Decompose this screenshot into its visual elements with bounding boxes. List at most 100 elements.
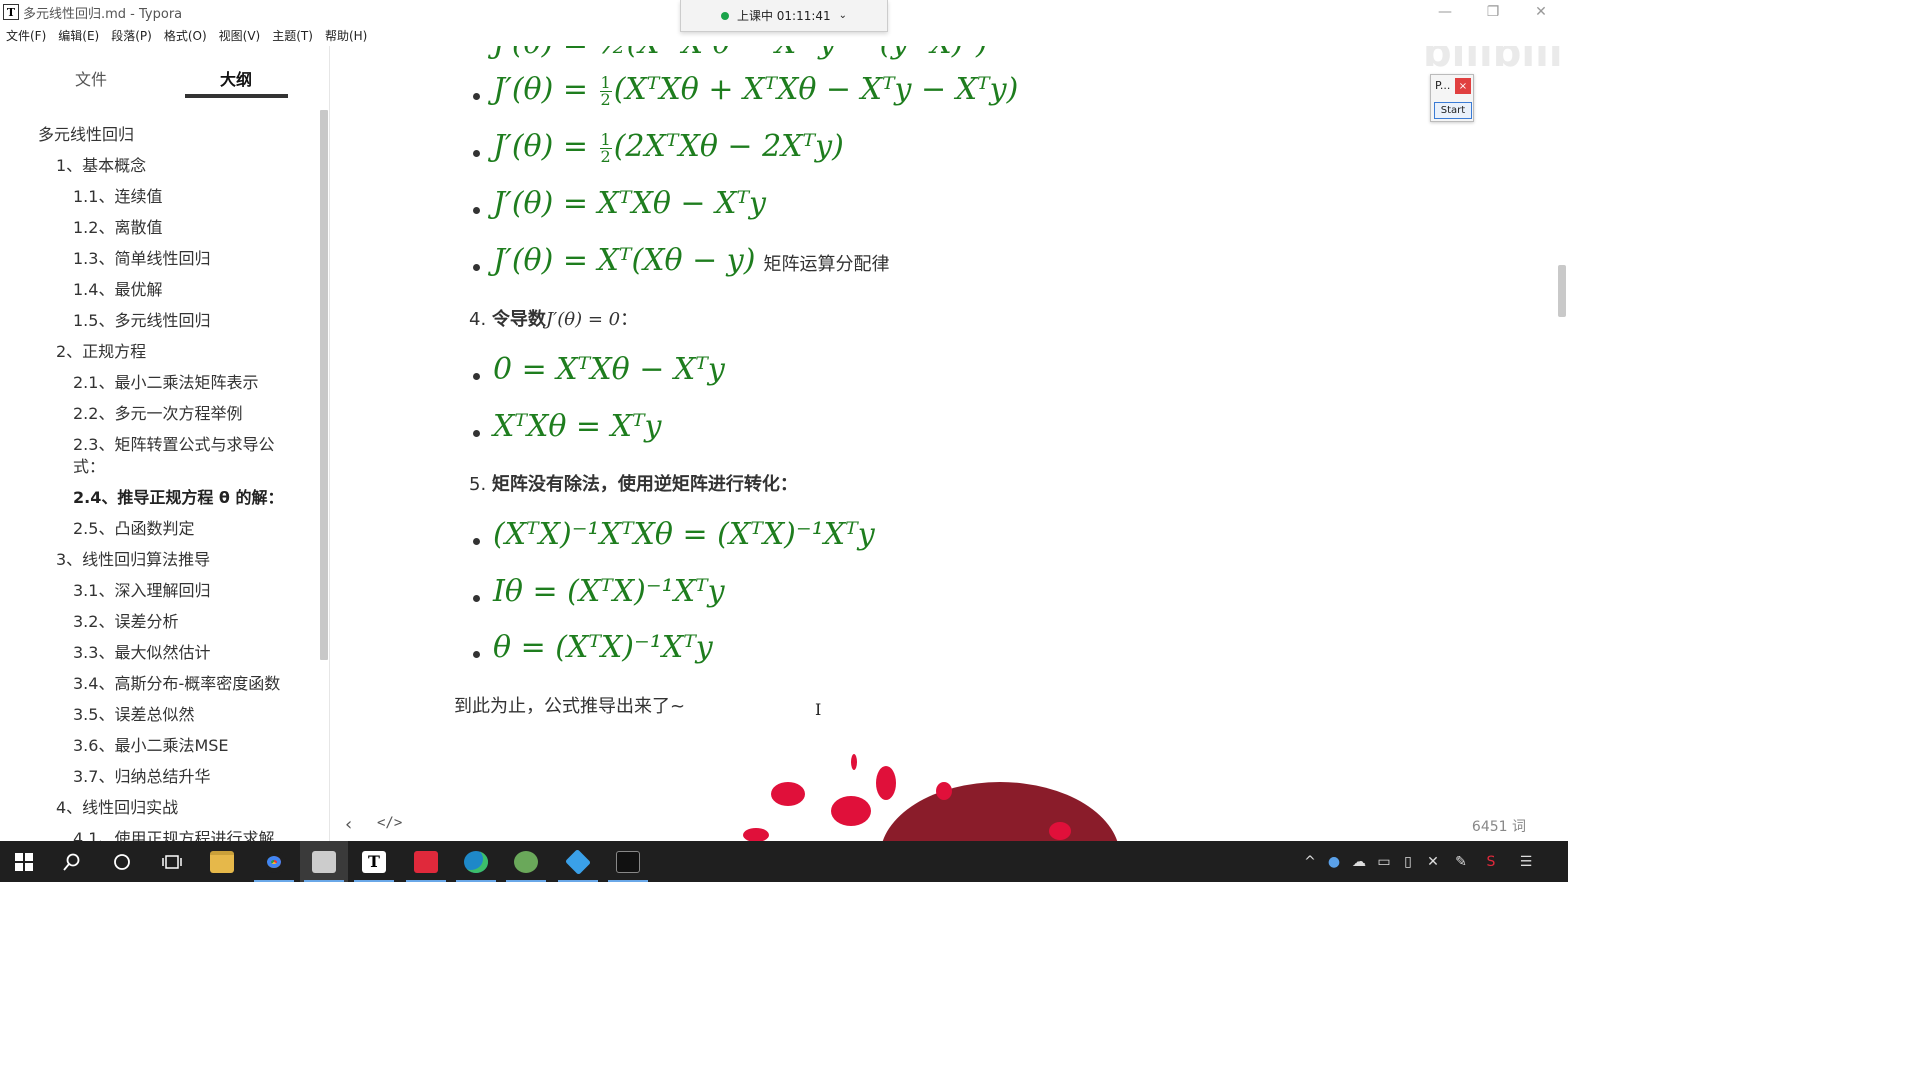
bullet: [473, 430, 480, 437]
edge-icon[interactable]: [452, 841, 500, 882]
close-button[interactable]: ✕: [1518, 0, 1564, 24]
tab-outline[interactable]: 大纲: [220, 66, 252, 90]
editor-area[interactable]: J′(θ) = ½(Xᵀ X θ − Xᵀ y − (yᵀ X)ᵀ) J′(θ)…: [331, 46, 1568, 841]
snip-tool-icon[interactable]: [300, 841, 348, 882]
chrome-icon[interactable]: [250, 841, 298, 882]
petal: [936, 782, 952, 800]
outline-item-wrap[interactable]: 式：: [73, 453, 105, 477]
app-blue-icon[interactable]: [554, 841, 602, 882]
text-cursor-icon: I: [815, 700, 822, 719]
outline-item-active[interactable]: 2.4、推导正规方程 θ 的解：: [73, 484, 283, 508]
outline-item[interactable]: 4.1、使用正规方程进行求解: [73, 825, 274, 841]
distributive-law-note: 矩阵运算分配律: [763, 254, 890, 275]
bullet: [473, 595, 480, 602]
floating-widget: P... × Start: [1430, 74, 1474, 122]
cloud-icon[interactable]: ☁: [1346, 854, 1372, 870]
step-5-heading: 5. 矩阵没有除法，使用逆矩阵进行转化：: [469, 474, 798, 495]
system-tray: ^ ● ☁ ▭ ▯ ✕ ✎ S ☰: [1298, 841, 1546, 882]
menu-paragraph[interactable]: 段落(P): [111, 27, 152, 44]
task-view-icon[interactable]: [148, 841, 196, 882]
equation-solution: θ = (XᵀX)⁻¹Xᵀy: [493, 630, 713, 665]
windows-start-icon[interactable]: [0, 841, 48, 882]
petal: [771, 782, 805, 806]
outline-item[interactable]: 3.7、归纳总结升华: [73, 763, 210, 787]
typora-taskbar-icon[interactable]: T: [350, 841, 398, 882]
status-bar: ‹ </> 6451 词: [331, 812, 1568, 840]
chevron-down-icon[interactable]: ⌄: [839, 10, 847, 21]
tab-files[interactable]: 文件: [75, 66, 107, 90]
sidebar: 文件 大纲 多元线性回归 1、基本概念 1.1、连续值 1.2、离散值 1.3、…: [0, 46, 330, 841]
bullet: [473, 538, 480, 545]
outline-item[interactable]: 3.1、深入理解回归: [73, 577, 210, 601]
source-code-toggle[interactable]: </>: [377, 815, 402, 831]
input-method-icon[interactable]: S: [1476, 854, 1506, 870]
cortana-icon[interactable]: [98, 841, 146, 882]
outline-item[interactable]: 3.2、误差分析: [73, 608, 178, 632]
search-icon[interactable]: [48, 841, 96, 882]
back-icon[interactable]: ‹: [345, 814, 352, 835]
pdf-reader-icon[interactable]: [402, 841, 450, 882]
widget-close-button[interactable]: ×: [1455, 78, 1471, 94]
widget-start-button[interactable]: Start: [1434, 102, 1472, 119]
outline-item[interactable]: 3.5、误差总似然: [73, 701, 194, 725]
outline-item[interactable]: 2.2、多元一次方程举例: [73, 400, 242, 424]
restore-button[interactable]: ❐: [1470, 0, 1516, 24]
notification-icon[interactable]: ☰: [1506, 854, 1546, 870]
bilibili-watermark: bilibili: [1423, 46, 1563, 76]
menu-bar: 文件(F) 编辑(E) 段落(P) 格式(O) 视图(V) 主题(T) 帮助(H…: [0, 24, 1568, 46]
menu-file[interactable]: 文件(F): [6, 27, 46, 44]
bullet: [473, 150, 480, 157]
outline-item[interactable]: 2.5、凸函数判定: [73, 515, 194, 539]
menu-view[interactable]: 视图(V): [219, 27, 261, 44]
volume-muted-icon[interactable]: ✕: [1420, 854, 1446, 870]
editor-scrollbar[interactable]: [1558, 265, 1566, 317]
outline-item[interactable]: 1.1、连续值: [73, 183, 162, 207]
outline-item[interactable]: 2.3、矩阵转置公式与求导公: [73, 431, 274, 455]
petal: [876, 766, 896, 800]
closing-text: 到此为止，公式推导出来了~: [454, 696, 686, 717]
step-4-heading: 4. 令导数J′(θ) = 0：: [469, 309, 639, 330]
outline-item[interactable]: 3.4、高斯分布-概率密度函数: [73, 670, 280, 694]
equation-inverse-1: (XᵀX)⁻¹XᵀXθ = (XᵀX)⁻¹Xᵀy: [493, 517, 875, 552]
battery-icon[interactable]: ▭: [1372, 854, 1396, 870]
menu-format[interactable]: 格式(O): [164, 27, 207, 44]
widget-title: P...: [1435, 79, 1451, 92]
minimize-button[interactable]: —: [1422, 0, 1468, 24]
bullet: [473, 651, 480, 658]
outline-item[interactable]: 3、线性回归算法推导: [56, 546, 210, 570]
menu-help[interactable]: 帮助(H): [325, 27, 367, 44]
outline-item[interactable]: 2、正规方程: [56, 338, 146, 362]
live-status-dot: [720, 11, 729, 20]
outline-item[interactable]: 3.3、最大似然估计: [73, 639, 210, 663]
word-count[interactable]: 6451 词: [1472, 816, 1526, 836]
file-explorer-icon[interactable]: [198, 841, 246, 882]
outline-item[interactable]: 1.3、简单线性回归: [73, 245, 210, 269]
partial-equation: J′(θ) = ½(Xᵀ X θ − Xᵀ y − (yᵀ X)ᵀ): [493, 46, 988, 61]
sidebar-scrollbar[interactable]: [320, 110, 328, 660]
outline-item[interactable]: 1、基本概念: [56, 152, 146, 176]
equation-derivative-4: J′(θ) = Xᵀ(Xθ − y) 矩阵运算分配律: [493, 243, 890, 278]
taskbar: T ^ ● ☁ ▭ ▯ ✕ ✎ S ☰: [0, 841, 1568, 882]
outline-item[interactable]: 1.5、多元线性回归: [73, 307, 210, 331]
outline-item[interactable]: 3.6、最小二乘法MSE: [73, 732, 229, 756]
tray-chevron-up-icon[interactable]: ^: [1298, 854, 1322, 870]
equation-derivative-2: J′(θ) = 1 2 (2XᵀXθ − 2Xᵀy): [493, 129, 844, 166]
outline-item[interactable]: 1.4、最优解: [73, 276, 162, 300]
outline-item[interactable]: 2.1、最小二乘法矩阵表示: [73, 369, 258, 393]
sidebar-tabs: 文件 大纲: [0, 46, 329, 102]
tray-app-icon[interactable]: ●: [1322, 854, 1346, 870]
equation-normal: XᵀXθ = Xᵀy: [493, 409, 662, 444]
terminal-icon[interactable]: [604, 841, 652, 882]
outline-item[interactable]: 4、线性回归实战: [56, 794, 178, 818]
bullet: [473, 264, 480, 271]
pen-icon[interactable]: ✎: [1446, 854, 1476, 870]
fraction-half: 12: [599, 72, 612, 109]
class-status-text: 上课中 01:11:41: [736, 9, 831, 23]
menu-theme[interactable]: 主题(T): [272, 27, 313, 44]
anaconda-icon[interactable]: [502, 841, 550, 882]
typora-app-icon: T: [3, 4, 19, 20]
outline-item[interactable]: 多元线性回归: [38, 121, 134, 145]
network-icon[interactable]: ▯: [1396, 854, 1420, 870]
outline-item[interactable]: 1.2、离散值: [73, 214, 162, 238]
menu-edit[interactable]: 编辑(E): [58, 27, 99, 44]
